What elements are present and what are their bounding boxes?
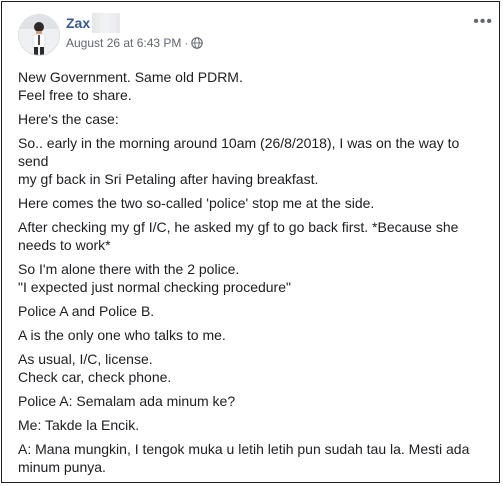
post-paragraph: A: Mana mungkin, I tengok muka u letih l… [18, 440, 492, 476]
post-text-line: After checking my gf I/C, he asked my gf… [18, 219, 459, 235]
post-text-line: "I expected just normal checking procedu… [18, 279, 291, 295]
post-text-line: So.. early in the morning around 10am (2… [18, 135, 460, 169]
post-paragraph: So I'm alone there with the 2 police. "I … [18, 260, 492, 296]
post-text-line: A is the only one who talks to me. [18, 327, 226, 343]
post-text-line: Here's the case: [18, 111, 119, 127]
post-paragraph: New Government. Same old PDRM. Feel free … [18, 68, 492, 104]
post-text-line: Here comes the two so-called 'police' st… [18, 195, 375, 211]
post-text-line: So I'm alone there with the 2 police. [18, 261, 240, 277]
post-paragraph: So.. early in the morning around 10am (2… [18, 134, 492, 188]
post-paragraph: A is the only one who talks to me. [18, 326, 492, 344]
post-paragraph: As usual, I/C, license. Check car, check … [18, 350, 492, 386]
author-name[interactable]: Zax [66, 15, 90, 31]
author-row: Zax [66, 13, 121, 33]
post-text-line: A: Mana mungkin, I tengok muka u letih l… [18, 441, 470, 457]
more-options-button[interactable]: ••• [473, 14, 493, 30]
post-text-line: needs to work* [18, 237, 111, 253]
post-text-line: Me: Takde la Encik. [18, 417, 140, 433]
post-timestamp[interactable]: August 26 at 6:43 PM [66, 36, 181, 50]
post-text-line: Feel free to share. [18, 87, 132, 103]
post-paragraph: Police A and Police B. [18, 302, 492, 320]
post-paragraph: After checking my gf I/C, he asked my gf… [18, 218, 492, 254]
post-meta: August 26 at 6:43 PM · [66, 36, 204, 50]
post-text-line: As usual, I/C, license. [18, 351, 153, 367]
post-text-line: my gf back in Sri Petaling after having … [18, 171, 319, 187]
post-text-line: Police A: Semalam ada minum ke? [18, 393, 236, 409]
post-text-line: Police A and Police B. [18, 303, 155, 319]
avatar[interactable] [18, 14, 60, 56]
post-text-line: Check car, check phone. [18, 369, 172, 385]
post-text-line: minum punya. [18, 459, 106, 475]
post-paragraph: Police A: Semalam ada minum ke? [18, 392, 492, 410]
facebook-post-card: Zax August 26 at 6:43 PM · ••• New Gover… [1, 1, 500, 483]
meta-separator: · [184, 36, 189, 50]
redacted-surname [92, 13, 121, 33]
post-body: New Government. Same old PDRM. Feel free … [18, 68, 492, 482]
profile-photo [19, 15, 59, 55]
globe-icon[interactable] [191, 37, 204, 49]
post-paragraph: Here's the case: [18, 110, 492, 128]
post-paragraph: Here comes the two so-called 'police' st… [18, 194, 492, 212]
post-text-line: New Government. Same old PDRM. [18, 69, 243, 85]
post-paragraph: Me: Takde la Encik. [18, 416, 492, 434]
